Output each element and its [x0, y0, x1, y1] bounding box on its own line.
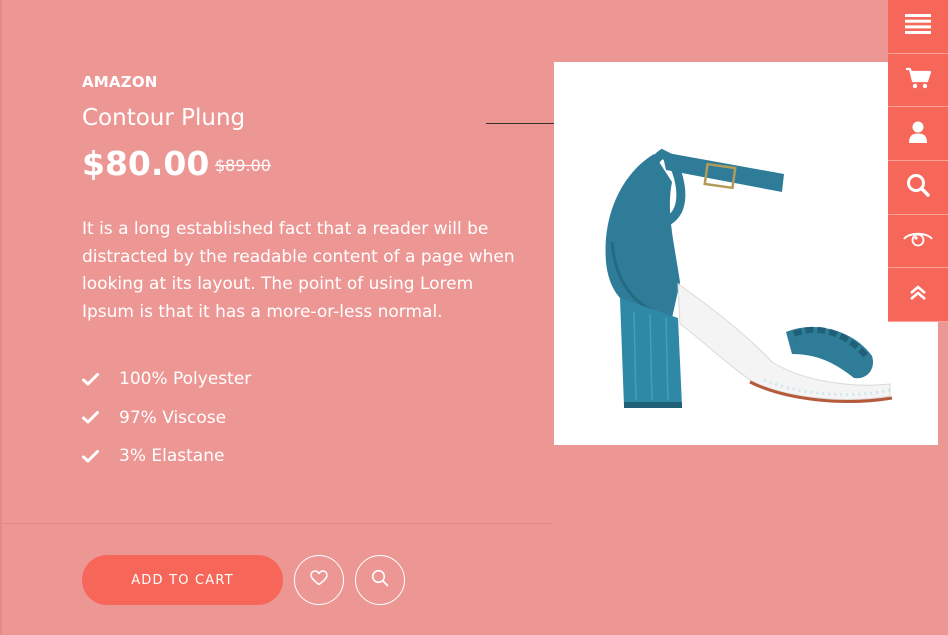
cart-button[interactable] [888, 53, 948, 108]
old-price: $89.00 [215, 156, 271, 175]
search-button[interactable] [888, 161, 948, 215]
sandal-illustration [605, 148, 893, 408]
product-price: $80.00 [82, 144, 210, 183]
feature-item: 100% Polyester [82, 360, 251, 399]
eye-icon [903, 231, 933, 251]
section-divider [0, 523, 553, 524]
check-icon [82, 449, 119, 463]
user-icon [908, 121, 928, 147]
zoom-button[interactable] [355, 555, 405, 605]
product-description: It is a long established fact that a rea… [82, 219, 515, 322]
feature-label: 3% Elastane [119, 446, 225, 467]
quick-view-button[interactable] [888, 214, 948, 269]
scroll-top-button[interactable] [888, 268, 948, 323]
check-icon [82, 372, 119, 386]
feature-item: 97% Viscose [82, 399, 251, 438]
feature-label: 100% Polyester [119, 369, 252, 390]
search-icon [371, 569, 389, 591]
product-title: Contour Plung [82, 105, 246, 131]
left-edge-line [0, 0, 2, 635]
cart-icon [905, 67, 932, 93]
search-icon [906, 173, 930, 201]
product-brand[interactable]: AMAZON [82, 73, 158, 91]
chevron-double-up-icon [909, 285, 927, 305]
side-menu [888, 0, 948, 323]
feature-label: 97% Viscose [119, 407, 227, 428]
feature-list: 100% Polyester 97% Viscose 3% Elastane [82, 360, 251, 476]
check-icon [82, 411, 119, 424]
wishlist-button[interactable] [294, 555, 344, 605]
product-image[interactable] [554, 62, 938, 445]
heart-icon [310, 570, 328, 590]
menu-icon [905, 14, 931, 38]
add-to-cart-button[interactable]: ADD TO CART [82, 555, 283, 605]
side-menu-button[interactable] [888, 0, 948, 54]
feature-item: 3% Elastane [82, 437, 251, 476]
account-button[interactable] [888, 107, 948, 162]
